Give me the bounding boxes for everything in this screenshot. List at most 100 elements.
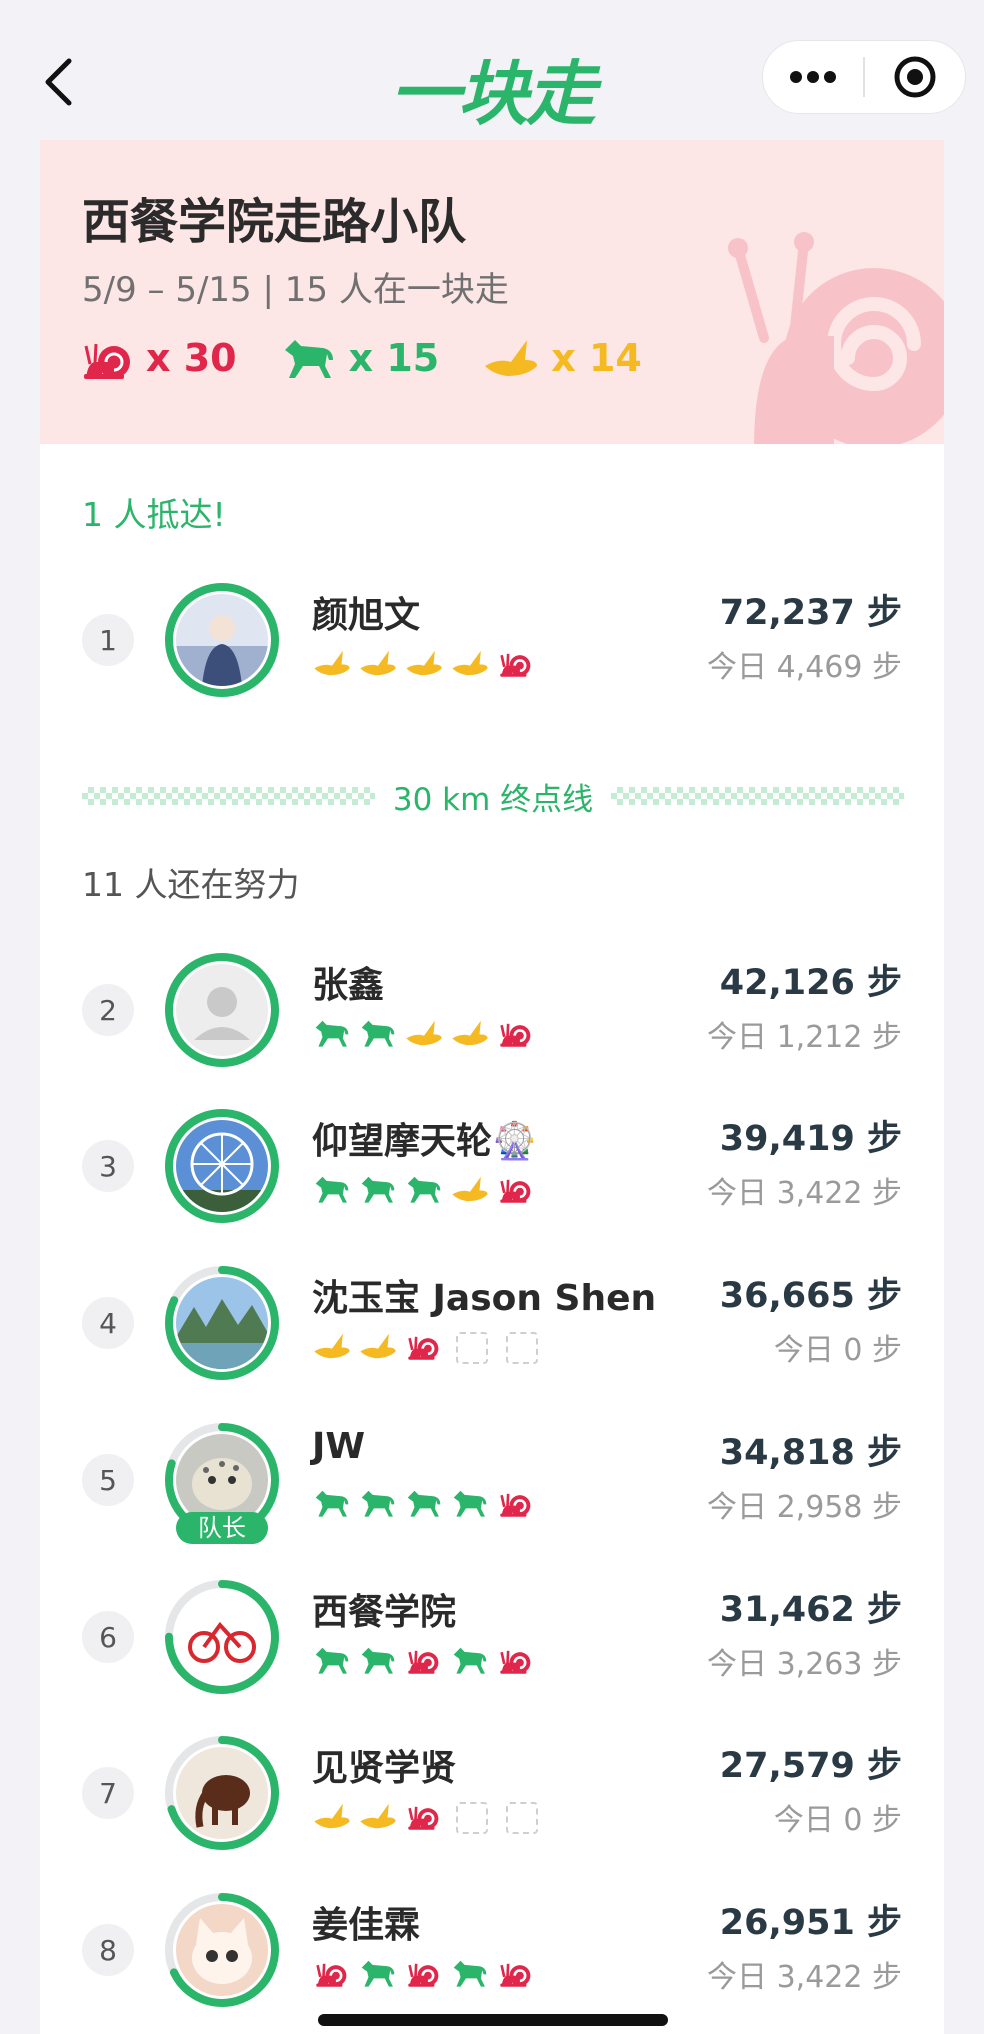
member-avatar[interactable]	[162, 1890, 282, 2010]
member-row[interactable]: 1 颜旭文 72,237 步 今日 4,469 步	[40, 570, 944, 710]
member-name: 沈玉宝 Jason Shen	[312, 1278, 657, 1319]
snail-icon	[404, 1329, 444, 1363]
member-name: 颜旭文	[312, 595, 421, 636]
total-steps: 31,462 步	[719, 1590, 902, 1630]
bird-icon	[358, 646, 398, 680]
total-steps: 39,419 步	[719, 1119, 902, 1159]
team-name: 西餐学院走路小队	[82, 194, 467, 250]
member-row[interactable]: 5 队长 JW 34,818 步 今日 2,958 步	[40, 1410, 944, 1550]
today-steps: 今日 4,469 步	[707, 650, 902, 685]
daily-badges	[312, 1172, 542, 1206]
snail-icon	[496, 1486, 536, 1520]
member-row[interactable]: 4 沈玉宝 Jason Shen 36,665 步 今日 0 步	[40, 1253, 944, 1393]
team-subtitle: 5/9 – 5/15 | 15 人在一块走	[82, 270, 509, 310]
empty-day-slot	[506, 1802, 538, 1834]
rank-badge: 7	[82, 1767, 134, 1819]
daily-badges	[312, 1799, 550, 1834]
snail-icon	[404, 1956, 444, 1990]
member-name: 张鑫	[312, 965, 385, 1006]
daily-badges	[312, 1956, 542, 1990]
avatar-image	[176, 1120, 268, 1212]
bird-icon	[404, 1016, 444, 1050]
horse-icon	[358, 1956, 398, 1990]
member-name: 姜佳霖	[312, 1905, 421, 1946]
horse-icon	[358, 1486, 398, 1520]
horse-icon	[358, 1643, 398, 1677]
team-card: 西餐学院走路小队 5/9 – 5/15 | 15 人在一块走 x 30 x 15	[40, 140, 944, 2034]
daily-badges	[312, 1329, 550, 1364]
member-name: 仰望摩天轮🎡	[312, 1121, 537, 1162]
snail-icon	[496, 1016, 536, 1050]
member-avatar[interactable]	[162, 1263, 282, 1383]
avatar-image	[176, 594, 268, 686]
rank-badge: 2	[82, 984, 134, 1036]
avatar-image	[176, 1591, 268, 1683]
close-mini-program-button[interactable]	[865, 40, 965, 114]
member-avatar[interactable]	[162, 1577, 282, 1697]
rank-badge: 5	[82, 1454, 134, 1506]
snail-icon	[312, 1956, 352, 1990]
member-name: JW	[312, 1426, 366, 1467]
horse-count: x 15	[281, 336, 439, 380]
total-steps: 72,237 步	[719, 593, 902, 633]
total-steps: 34,818 步	[719, 1433, 902, 1473]
bird-count-value: x 14	[551, 336, 642, 380]
horse-icon	[312, 1016, 352, 1050]
arrived-label: 1 人抵达!	[82, 495, 226, 534]
horse-icon	[284, 340, 333, 378]
snail-icon	[404, 1799, 444, 1833]
more-icon	[790, 71, 836, 83]
bird-icon	[450, 1016, 490, 1050]
member-avatar[interactable]: 队长	[162, 1420, 282, 1544]
member-row[interactable]: 3 仰望摩天轮🎡 39,419 步 今日 3,422 步	[40, 1096, 944, 1236]
horse-icon	[358, 1016, 398, 1050]
member-row[interactable]: 2 张鑫 42,126 步 今日 1,212 步	[40, 940, 944, 1080]
member-name: 西餐学院	[312, 1592, 457, 1633]
empty-day-slot	[506, 1332, 538, 1364]
total-steps: 36,665 步	[719, 1276, 902, 1316]
avatar-image	[176, 1747, 268, 1839]
target-icon	[894, 56, 936, 98]
snail-decoration-icon	[728, 232, 944, 444]
bird-count: x 14	[483, 336, 642, 380]
horse-icon	[450, 1486, 490, 1520]
bird-icon	[312, 1329, 352, 1363]
member-row[interactable]: 6 西餐学院 31,462 步 今日 3,263 步	[40, 1567, 944, 1707]
rank-badge: 8	[82, 1924, 134, 1976]
avatar-image	[176, 1904, 268, 1996]
daily-badges	[312, 646, 542, 680]
bird-icon	[450, 1172, 490, 1206]
finish-line-label: 30 km 终点线	[392, 781, 594, 818]
avatar-image	[176, 1277, 268, 1369]
striving-label: 11 人还在努力	[82, 865, 300, 904]
rank-badge: 4	[82, 1297, 134, 1349]
today-steps: 今日 0 步	[773, 1803, 902, 1838]
team-banner: 西餐学院走路小队 5/9 – 5/15 | 15 人在一块走 x 30 x 15	[40, 140, 944, 444]
rank-badge: 3	[82, 1140, 134, 1192]
member-avatar[interactable]	[162, 1733, 282, 1853]
horse-icon	[450, 1643, 490, 1677]
member-avatar[interactable]	[162, 580, 282, 700]
member-row[interactable]: 8 姜佳霖 26,951 步 今日 3,422 步	[40, 1880, 944, 2020]
bird-icon	[358, 1329, 398, 1363]
mini-program-capsule	[762, 40, 966, 114]
member-row[interactable]: 7 见贤学贤 27,579 步 今日 0 步	[40, 1723, 944, 1863]
bird-icon	[404, 646, 444, 680]
today-steps: 今日 3,422 步	[707, 1176, 902, 1211]
rank-badge: 1	[82, 614, 134, 666]
member-avatar[interactable]	[162, 950, 282, 1070]
horse-icon	[358, 1172, 398, 1206]
horse-icon	[404, 1172, 444, 1206]
empty-day-slot	[456, 1802, 488, 1834]
finish-line-pattern-right	[611, 787, 904, 805]
more-button[interactable]	[763, 40, 863, 114]
horse-icon	[450, 1956, 490, 1990]
total-steps: 27,579 步	[719, 1746, 902, 1786]
bird-icon	[312, 646, 352, 680]
horse-icon	[312, 1172, 352, 1206]
bird-icon	[358, 1799, 398, 1833]
empty-day-slot	[456, 1332, 488, 1364]
bird-icon	[312, 1799, 352, 1833]
snail-icon	[84, 343, 130, 379]
member-avatar[interactable]	[162, 1106, 282, 1226]
